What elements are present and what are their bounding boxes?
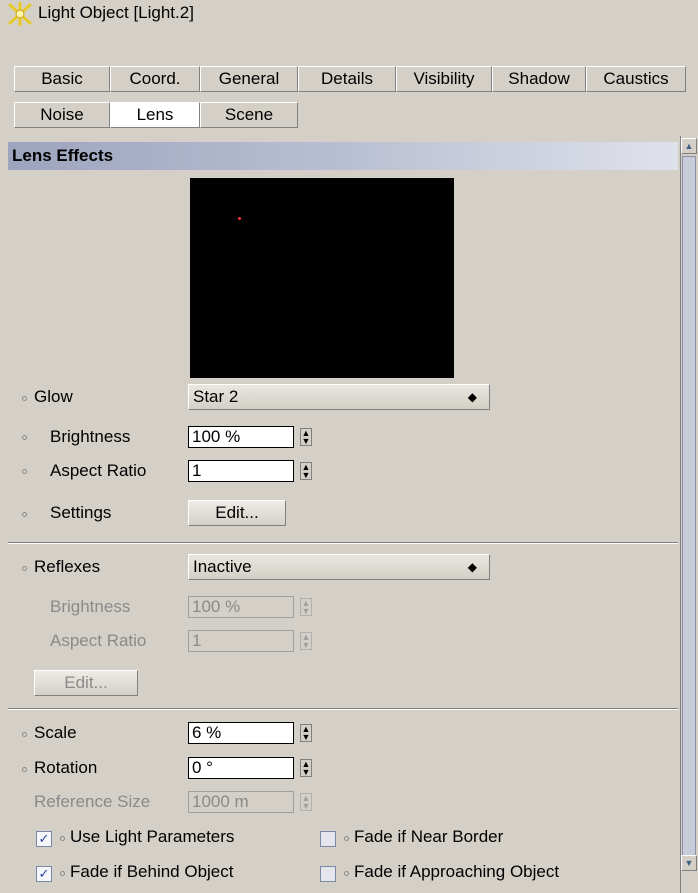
reference-size-label: Reference Size xyxy=(34,792,151,811)
scroll-down-icon[interactable]: ▼ xyxy=(681,855,697,871)
animation-dot[interactable] xyxy=(22,732,27,737)
animation-dot[interactable] xyxy=(344,836,349,841)
reflexes-brightness-label: Brightness xyxy=(50,597,131,616)
scroll-up-icon[interactable]: ▲ xyxy=(681,138,697,154)
animation-dot[interactable] xyxy=(60,871,65,876)
rotation-label: Rotation xyxy=(34,758,98,777)
scroll-thumb[interactable] xyxy=(682,156,696,856)
tab-basic[interactable]: Basic xyxy=(14,66,110,92)
use-light-parameters-label: Use Light Parameters xyxy=(70,827,235,846)
glow-brightness-field[interactable]: 100 % xyxy=(188,426,294,448)
divider xyxy=(8,542,678,544)
tab-caustics[interactable]: Caustics xyxy=(586,66,686,92)
spinner-arrows-icon[interactable]: ▲ ▼ xyxy=(300,462,312,480)
reflexes-brightness-field: 100 % xyxy=(188,596,294,618)
window-title: Light Object [Light.2] xyxy=(38,3,194,22)
spinner-arrows-icon[interactable]: ▲ ▼ xyxy=(300,759,312,777)
tab-shadow[interactable]: Shadow xyxy=(492,66,586,92)
glow-brightness-label: Brightness xyxy=(50,427,131,446)
rotation-field[interactable]: 0 ° xyxy=(188,757,294,779)
animation-dot[interactable] xyxy=(22,767,27,772)
glow-settings-label: Settings xyxy=(50,503,112,522)
glow-edit-button[interactable]: Edit... xyxy=(188,500,286,526)
tab-lens[interactable]: Lens xyxy=(110,102,200,128)
tab-details[interactable]: Details xyxy=(298,66,396,92)
spinner-arrows-icon[interactable]: ▲ ▼ xyxy=(300,428,312,446)
glow-aspect-label: Aspect Ratio xyxy=(50,461,147,480)
tab-noise[interactable]: Noise xyxy=(14,102,110,128)
reflexes-aspect-field: 1 xyxy=(188,630,294,652)
use-light-parameters-checkbox[interactable]: ✓ xyxy=(36,831,52,847)
section-header: Lens Effects xyxy=(8,142,678,170)
checkmark-icon: ✓ xyxy=(38,866,50,881)
fade-approaching-object-label: Fade if Approaching Object xyxy=(354,862,560,881)
animation-dot[interactable] xyxy=(22,435,27,440)
glow-label: Glow xyxy=(34,387,73,406)
spinner-arrows-icon: ▲ ▼ xyxy=(300,632,312,650)
tab-visibility[interactable]: Visibility xyxy=(396,66,492,92)
tab-scene[interactable]: Scene xyxy=(200,102,298,128)
animation-dot[interactable] xyxy=(22,396,27,401)
fade-approaching-object-checkbox[interactable] xyxy=(320,866,336,882)
animation-dot[interactable] xyxy=(22,469,27,474)
animation-dot[interactable] xyxy=(22,566,27,571)
glow-dropdown[interactable]: Star 2 ◆ xyxy=(188,384,490,410)
reflexes-edit-button: Edit... xyxy=(34,670,138,696)
reflexes-dropdown[interactable]: Inactive ◆ xyxy=(188,554,490,580)
divider xyxy=(8,708,678,710)
fade-behind-object-label: Fade if Behind Object xyxy=(70,862,234,881)
checkmark-icon: ✓ xyxy=(38,831,50,846)
animation-dot[interactable] xyxy=(22,512,27,517)
reflexes-label: Reflexes xyxy=(34,557,101,576)
fade-behind-object-checkbox[interactable]: ✓ xyxy=(36,866,52,882)
glow-aspect-field[interactable]: 1 xyxy=(188,460,294,482)
reference-size-field: 1000 m xyxy=(188,791,294,813)
tab-general[interactable]: General xyxy=(200,66,298,92)
animation-dot[interactable] xyxy=(60,836,65,841)
scale-field[interactable]: 6 % xyxy=(188,722,294,744)
reflexes-aspect-label: Aspect Ratio xyxy=(50,631,147,650)
dropdown-arrows-icon: ◆ xyxy=(467,390,477,404)
lens-preview xyxy=(190,178,454,378)
scale-label: Scale xyxy=(34,723,77,742)
spinner-arrows-icon: ▲ ▼ xyxy=(300,598,312,616)
tab-coord[interactable]: Coord. xyxy=(110,66,200,92)
fade-near-border-label: Fade if Near Border xyxy=(354,827,504,846)
dropdown-arrows-icon: ◆ xyxy=(467,560,477,574)
glow-value: Star 2 xyxy=(193,387,239,406)
light-object-icon xyxy=(6,1,34,27)
fade-near-border-checkbox[interactable] xyxy=(320,831,336,847)
spinner-arrows-icon: ▲ ▼ xyxy=(300,793,312,811)
spinner-arrows-icon[interactable]: ▲ ▼ xyxy=(300,724,312,742)
animation-dot[interactable] xyxy=(344,871,349,876)
light-point xyxy=(238,217,241,220)
reflexes-value: Inactive xyxy=(193,557,252,576)
